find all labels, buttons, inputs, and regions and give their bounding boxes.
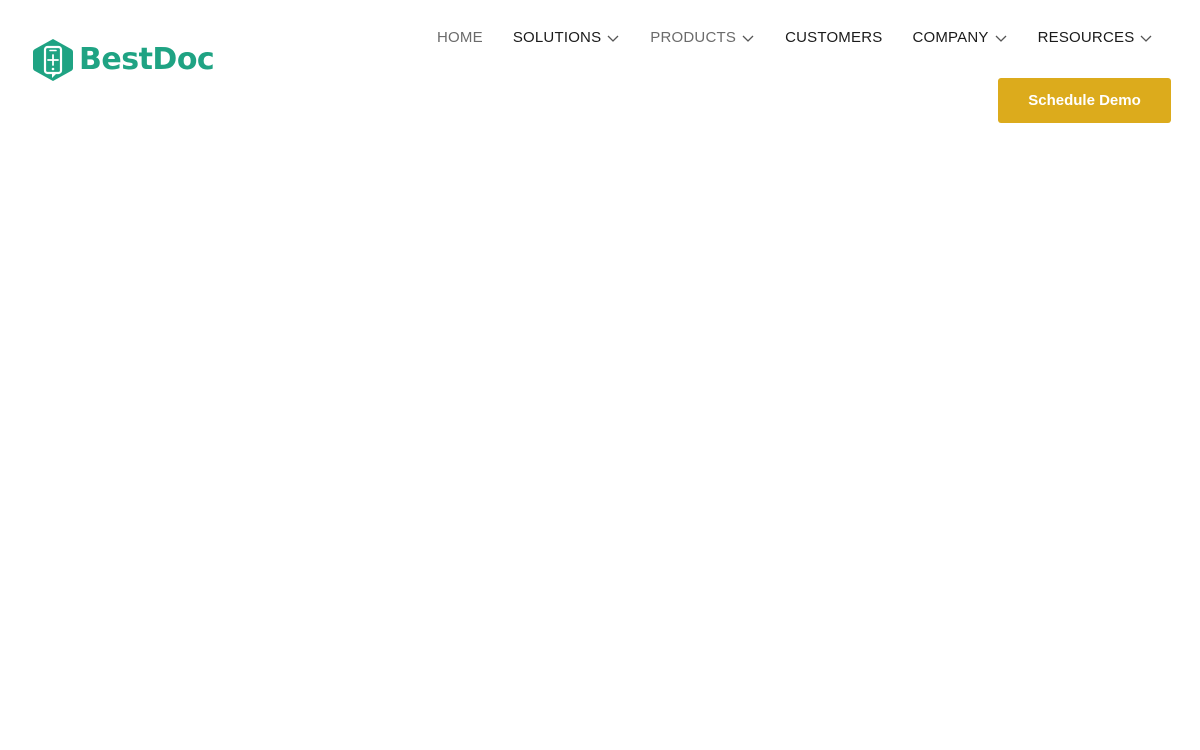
- nav-item-label: COMPANY: [912, 29, 989, 46]
- main-nav: HOME SOLUTIONS PRODUCTS CUSTOMERS COMPAN…: [422, 26, 1168, 50]
- page: BestDoc HOME SOLUTIONS PRODUCTS CUSTOMER…: [0, 0, 1200, 750]
- brand-logo[interactable]: BestDoc: [32, 38, 215, 82]
- nav-item-customers[interactable]: CUSTOMERS: [770, 26, 897, 50]
- nav-item-home[interactable]: HOME: [422, 26, 498, 50]
- chevron-down-icon: [1140, 35, 1152, 42]
- nav-item-resources[interactable]: RESOURCES: [1023, 26, 1169, 50]
- nav-item-label: SOLUTIONS: [512, 29, 602, 46]
- nav-item-company[interactable]: COMPANY: [897, 26, 1022, 50]
- nav-item-products[interactable]: PRODUCTS: [635, 26, 770, 50]
- schedule-demo-button[interactable]: Schedule Demo: [998, 78, 1171, 123]
- nav-item-label: HOME: [437, 29, 483, 46]
- nav-item-label: CUSTOMERS: [785, 29, 883, 46]
- chevron-down-icon: [607, 35, 619, 42]
- phone-hexagon-logo-icon: [33, 39, 73, 81]
- brand-name: BestDoc: [79, 42, 215, 77]
- chevron-down-icon: [995, 35, 1007, 42]
- nav-item-label: RESOURCES: [1037, 29, 1135, 46]
- site-header: BestDoc HOME SOLUTIONS PRODUCTS CUSTOMER…: [0, 0, 1200, 140]
- chevron-down-icon: [742, 35, 754, 42]
- nav-item-label: PRODUCTS: [650, 29, 737, 46]
- nav-item-solutions[interactable]: SOLUTIONS: [498, 26, 635, 50]
